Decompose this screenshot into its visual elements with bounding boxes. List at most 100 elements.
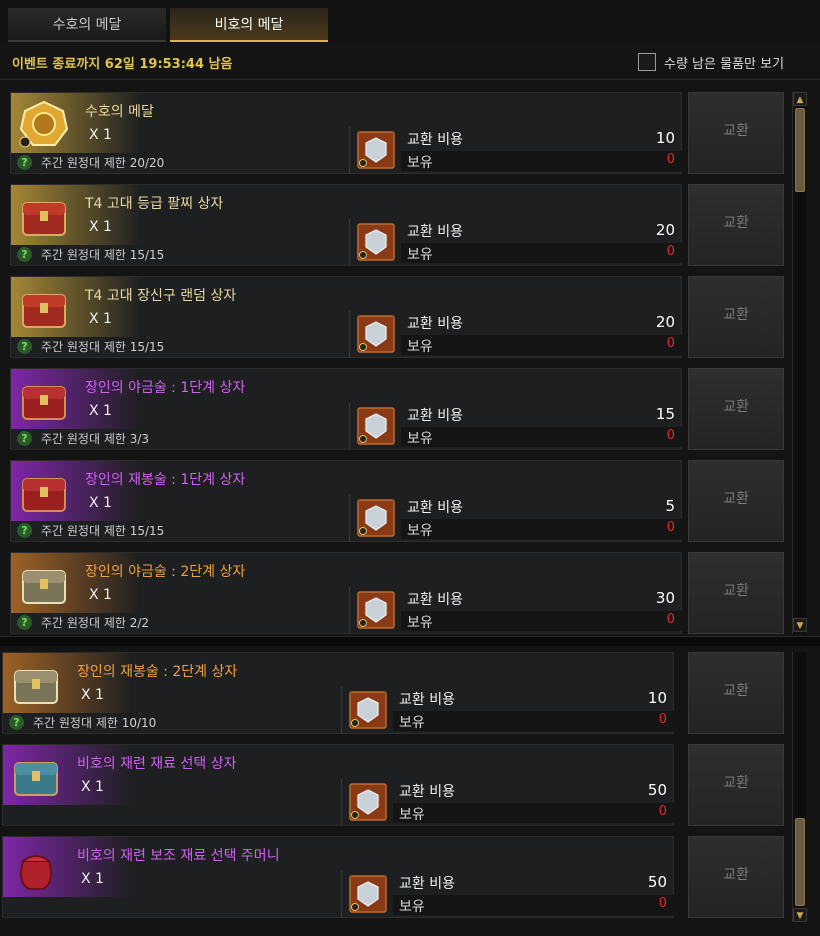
cost-value: 5 [665, 497, 675, 515]
exchange-button[interactable]: 교환 [688, 276, 784, 358]
owned-label: 보유 [407, 247, 433, 263]
item-quantity: X 1 [89, 495, 112, 511]
cost-area: 교환 비용 50 보유 0 [341, 871, 675, 917]
scroll-down-icon[interactable]: ▼ [793, 618, 807, 632]
protection-medal-icon [349, 783, 387, 821]
cost-value: 30 [655, 589, 675, 607]
owned-label: 보유 [399, 899, 425, 915]
cost-value: 20 [655, 221, 675, 239]
cost-area: 교환 비용 10 보유 0 [341, 687, 675, 733]
list-item: 장인의 재봉술 : 1단계 상자 X 1 ? 주간 원정대 제한 15/15 교… [10, 460, 683, 542]
owned-value: 0 [666, 520, 675, 535]
chest-icon [22, 294, 66, 328]
item-name: 장인의 야금술 : 2단계 상자 [85, 564, 246, 580]
question-icon[interactable]: ? [9, 715, 24, 730]
scroll-thumb[interactable] [795, 818, 805, 906]
cost-value: 50 [647, 873, 667, 891]
owned-value: 0 [666, 336, 675, 351]
scrollbar[interactable]: ▲ ▼ [792, 92, 807, 634]
owned-value: 0 [666, 612, 675, 627]
scroll-down-icon[interactable]: ▼ [793, 908, 807, 922]
item-limit: 주간 원정대 제한 10/10 [33, 716, 157, 730]
owned-label: 보유 [407, 155, 433, 171]
protection-medal-icon [357, 591, 395, 629]
item-quantity: X 1 [89, 587, 112, 603]
exchange-button[interactable]: 교환 [688, 744, 784, 826]
exchange-button[interactable]: 교환 [688, 836, 784, 918]
question-icon[interactable]: ? [17, 431, 32, 446]
scroll-up-icon[interactable]: ▲ [793, 92, 807, 106]
cost-label: 교환 비용 [407, 500, 463, 516]
owned-label: 보유 [407, 431, 433, 447]
filter-label[interactable]: 수량 남은 물품만 보기 [664, 53, 784, 72]
item-limit: 주간 원정대 제한 20/20 [41, 156, 165, 170]
chest-icon [22, 386, 66, 420]
item-name: 장인의 재봉술 : 2단계 상자 [77, 664, 238, 680]
cost-area: 교환 비용 10 보유 0 [349, 127, 683, 173]
chest-icon [22, 202, 66, 236]
question-icon[interactable]: ? [17, 523, 32, 538]
item-name: 수호의 메달 [85, 104, 154, 120]
list-item: 장인의 야금술 : 2단계 상자 X 1 ? 주간 원정대 제한 2/2 교환 … [10, 552, 683, 634]
cost-area: 교환 비용 30 보유 0 [349, 587, 683, 633]
protection-medal-icon [357, 499, 395, 537]
cost-label: 교환 비용 [407, 592, 463, 608]
list-item: 비호의 재련 보조 재료 선택 주머니 X 1 교환 비용 50 보유 0 [2, 836, 675, 918]
item-limit: 주간 원정대 제한 15/15 [41, 524, 165, 538]
question-icon[interactable]: ? [17, 247, 32, 262]
item-name: 비호의 재련 보조 재료 선택 주머니 [77, 848, 280, 864]
event-countdown: 이벤트 종료까지 62일 19:53:44 남음 [12, 57, 233, 72]
list-item: 비호의 재련 재료 선택 상자 X 1 교환 비용 50 보유 0 [2, 744, 675, 826]
owned-value: 0 [666, 244, 675, 259]
item-name: 장인의 재봉술 : 1단계 상자 [85, 472, 246, 488]
question-icon[interactable]: ? [17, 615, 32, 630]
exchange-button[interactable]: 교환 [688, 652, 784, 734]
protection-medal-icon [357, 131, 395, 169]
cost-value: 10 [655, 129, 675, 147]
cost-label: 교환 비용 [399, 784, 455, 800]
chest-icon [22, 478, 66, 512]
tab-guardian-medal[interactable]: 수호의 메달 [8, 8, 166, 42]
owned-label: 보유 [399, 715, 425, 731]
item-quantity: X 1 [81, 779, 104, 795]
list-item: 장인의 야금술 : 1단계 상자 X 1 ? 주간 원정대 제한 3/3 교환 … [10, 368, 683, 450]
cost-area: 교환 비용 5 보유 0 [349, 495, 683, 541]
cost-area: 교환 비용 20 보유 0 [349, 311, 683, 357]
question-icon[interactable]: ? [17, 339, 32, 354]
scrollbar[interactable]: ▼ [792, 652, 807, 922]
tab-bar: 수호의 메달 비호의 메달 [0, 0, 820, 44]
owned-value: 0 [666, 152, 675, 167]
cost-label: 교환 비용 [399, 692, 455, 708]
exchange-button[interactable]: 교환 [688, 460, 784, 542]
scroll-thumb[interactable] [795, 108, 805, 192]
item-quantity: X 1 [89, 219, 112, 235]
cost-label: 교환 비용 [399, 876, 455, 892]
cost-value: 10 [647, 689, 667, 707]
cost-label: 교환 비용 [407, 132, 463, 148]
protection-medal-icon [349, 691, 387, 729]
cost-label: 교환 비용 [407, 408, 463, 424]
exchange-button[interactable]: 교환 [688, 184, 784, 266]
pouch-icon [20, 855, 52, 890]
filter-checkbox[interactable] [638, 53, 656, 71]
question-icon[interactable]: ? [17, 155, 32, 170]
protection-medal-icon [357, 223, 395, 261]
list-item: 장인의 재봉술 : 2단계 상자 X 1 ? 주간 원정대 제한 10/10 교… [2, 652, 675, 734]
cost-area: 교환 비용 20 보유 0 [349, 219, 683, 265]
owned-value: 0 [658, 804, 667, 819]
exchange-button[interactable]: 교환 [688, 92, 784, 174]
cost-area: 교환 비용 50 보유 0 [341, 779, 675, 825]
tab-protection-medal[interactable]: 비호의 메달 [170, 8, 328, 42]
owned-value: 0 [666, 428, 675, 443]
item-quantity: X 1 [89, 127, 112, 143]
item-quantity: X 1 [81, 871, 104, 887]
exchange-button[interactable]: 교환 [688, 368, 784, 450]
protection-medal-icon [349, 875, 387, 913]
event-bar: 이벤트 종료까지 62일 19:53:44 남음 수량 남은 물품만 보기 [0, 44, 820, 80]
owned-label: 보유 [399, 807, 425, 823]
cost-area: 교환 비용 15 보유 0 [349, 403, 683, 449]
item-limit: 주간 원정대 제한 3/3 [41, 432, 150, 446]
exchange-button[interactable]: 교환 [688, 552, 784, 634]
item-limit: 주간 원정대 제한 2/2 [41, 616, 150, 630]
protection-medal-icon [357, 315, 395, 353]
